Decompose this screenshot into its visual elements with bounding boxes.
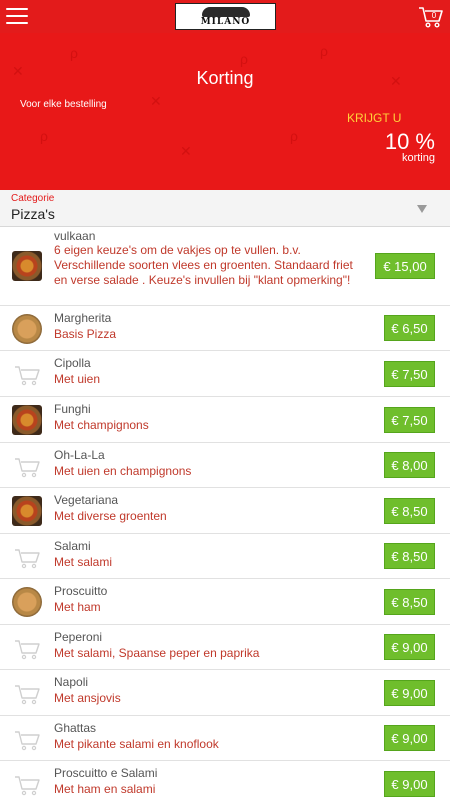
price-button[interactable]: € 15,00: [375, 253, 435, 279]
price-button[interactable]: € 9,00: [384, 725, 435, 751]
banner-krijgt-label: KRIJGT U: [347, 111, 402, 125]
price-button[interactable]: € 8,50: [384, 498, 435, 524]
product-name: Funghi: [54, 402, 91, 416]
product-row[interactable]: Proscuitto e Salami Met ham en salami € 9,…: [0, 761, 450, 800]
price-button[interactable]: € 8,50: [384, 543, 435, 569]
hamburger-line: [6, 22, 28, 24]
banner-pattern: ρ: [290, 128, 298, 144]
product-name: Margherita: [54, 311, 112, 325]
product-description: Met champignons: [54, 418, 149, 432]
price-button[interactable]: € 9,00: [384, 680, 435, 706]
cart-placeholder-icon: [12, 542, 42, 572]
category-select[interactable]: Categorie Pizza's: [0, 190, 450, 227]
product-row[interactable]: vulkaan 6 eigen keuze's om de vakjes op t…: [0, 227, 450, 306]
milano-logo[interactable]: MILANO: [175, 3, 276, 30]
product-description: Met salami, Spaanse peper en paprika: [54, 646, 260, 660]
product-name: Cipolla: [54, 356, 91, 370]
hamburger-line: [6, 15, 28, 17]
price-button[interactable]: € 7,50: [384, 361, 435, 387]
product-thumbnail: [12, 251, 42, 281]
product-row[interactable]: Napoli Met ansjovis € 9,00: [0, 670, 450, 716]
product-description: 6 eigen keuze's om de vakjes op te vulle…: [54, 243, 353, 287]
product-description: Basis Pizza: [54, 327, 117, 341]
cart-placeholder-icon: [12, 359, 42, 389]
cart-placeholder-icon: [12, 724, 42, 754]
category-value: Pizza's: [11, 206, 55, 222]
category-label: Categorie: [11, 193, 55, 204]
product-description: Met ansjovis: [54, 691, 121, 705]
product-thumbnail: [12, 496, 42, 526]
product-row[interactable]: Funghi Met champignons € 7,50: [0, 397, 450, 443]
product-name: vulkaan: [54, 229, 96, 243]
cart-placeholder-icon: [12, 633, 42, 663]
banner-pattern: ✕: [180, 143, 192, 159]
product-description: Met ham en salami: [54, 782, 156, 796]
cart-placeholder-icon: [12, 451, 42, 481]
product-description: Met salami: [54, 555, 113, 569]
hamburger-menu-icon: [6, 8, 28, 10]
price-button[interactable]: € 8,00: [384, 452, 435, 478]
product-description: Met uien en champignons: [54, 464, 192, 478]
price-button[interactable]: € 9,00: [384, 634, 435, 660]
product-row[interactable]: Margherita Basis Pizza € 6,50: [0, 306, 450, 351]
product-row[interactable]: Ghattas Met pikante salami en knoflook € 9…: [0, 716, 450, 761]
discount-banner: ✕ ρ ✕ ρ ρ ρ ✕ ρ ✕ Korting Voor elke best…: [0, 33, 450, 190]
product-row[interactable]: Cipolla Met uien € 7,50: [0, 351, 450, 397]
cart-count-badge: 0: [431, 11, 437, 20]
product-description: Met pikante salami en knoflook: [54, 737, 219, 751]
product-name: Proscuitto e Salami: [54, 766, 158, 780]
cart-placeholder-icon: [12, 769, 42, 799]
price-button[interactable]: € 7,50: [384, 407, 435, 433]
chef-hat-icon: [201, 6, 250, 17]
cart-button[interactable]: 0: [418, 5, 444, 29]
product-name: Vegetariana: [54, 493, 119, 507]
product-description: Met ham: [54, 600, 101, 614]
banner-korting-label: korting: [401, 152, 435, 164]
product-name: Peperoni: [54, 630, 103, 644]
banner-pattern: ✕: [150, 93, 162, 109]
product-name: Napoli: [54, 675, 89, 689]
banner-title: Korting: [196, 68, 254, 88]
product-row[interactable]: Vegetariana Met diverse groenten € 8,50: [0, 488, 450, 534]
product-thumbnail: [12, 587, 42, 617]
product-row[interactable]: Salami Met salami € 8,50: [0, 534, 450, 579]
cart-placeholder-icon: [12, 678, 42, 708]
product-name: Oh-La-La: [54, 448, 105, 462]
banner-pattern: ρ: [320, 43, 328, 59]
product-row[interactable]: Proscuitto Met ham € 8,50: [0, 579, 450, 625]
price-button[interactable]: € 8,50: [384, 589, 435, 615]
banner-pattern: ρ: [70, 45, 78, 61]
top-bar: MILANO 0: [0, 0, 450, 33]
price-button[interactable]: € 6,50: [384, 315, 435, 341]
product-row[interactable]: Peperoni Met salami, Spaanse peper en pap…: [0, 625, 450, 670]
product-description: Met diverse groenten: [54, 509, 167, 523]
chevron-down-icon: [417, 205, 427, 213]
product-name: Proscuitto: [54, 584, 108, 598]
menu-button[interactable]: [6, 8, 28, 26]
product-name: Ghattas: [54, 721, 97, 735]
product-description: Met uien: [54, 372, 101, 386]
product-row[interactable]: Oh-La-La Met uien en champignons € 8,00: [0, 443, 450, 488]
logo-text: MILANO: [200, 16, 251, 27]
banner-pattern: ρ: [40, 128, 48, 144]
product-name: Salami: [54, 539, 91, 553]
banner-pattern: ρ: [240, 51, 248, 67]
product-thumbnail: [12, 405, 42, 435]
banner-subtitle: Voor elke bestelling: [20, 99, 107, 110]
product-thumbnail: [12, 314, 42, 344]
price-button[interactable]: € 9,00: [384, 771, 435, 797]
